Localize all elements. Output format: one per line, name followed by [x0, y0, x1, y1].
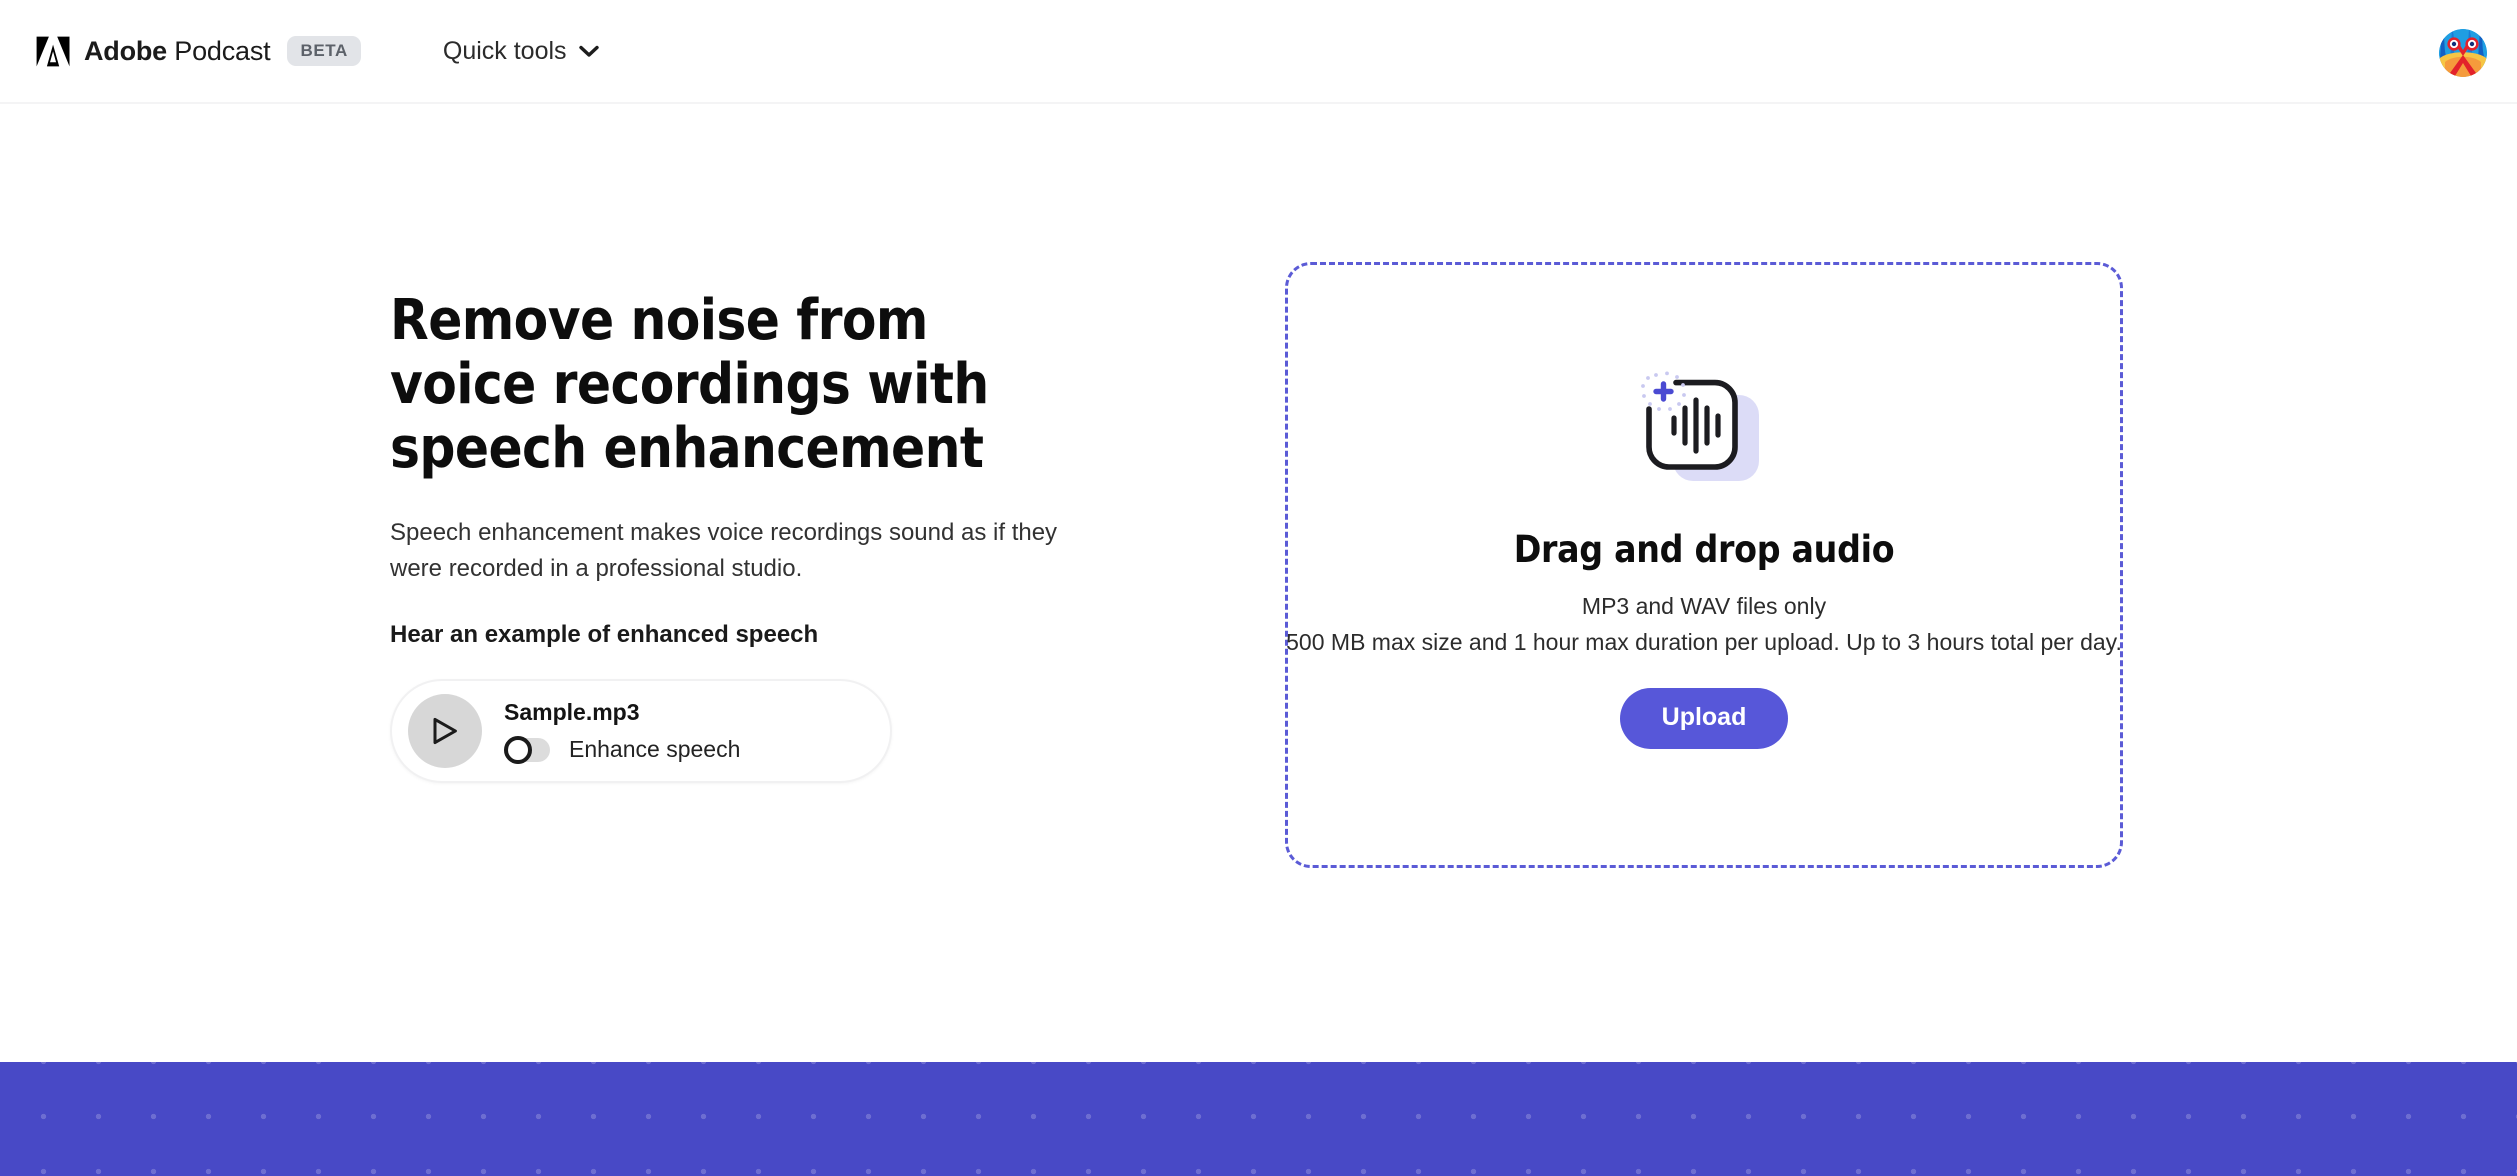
enhance-speech-label: Enhance speech [569, 736, 741, 762]
brand-light-text: Podcast [167, 35, 271, 66]
enhance-speech-toggle[interactable] [504, 735, 550, 764]
hero-column: Remove noise from voice recordings with … [390, 288, 1090, 784]
user-avatar-mandrill-icon [2439, 29, 2487, 77]
page-title-line-2: voice recordings with [390, 352, 989, 418]
play-triangle-icon [433, 718, 457, 745]
quick-tools-label: Quick tools [442, 36, 567, 65]
quick-tools-menu[interactable]: Quick tools [443, 37, 599, 66]
brand-bold-text: Adobe [84, 35, 167, 66]
dropzone-limits: 500 MB max size and 1 hour max duration … [1286, 629, 2122, 655]
audio-file-add-waveform-icon [1641, 371, 1759, 481]
page-root: Adobe Podcast BETA Quick tools Remove no… [0, 0, 2517, 1176]
player-details: Sample.mp3 Enhance speech [504, 698, 741, 764]
play-button[interactable] [408, 694, 482, 769]
brand-title: Adobe Podcast [84, 35, 271, 67]
avatar[interactable] [2439, 29, 2487, 77]
main-content: Remove noise from voice recordings with … [0, 104, 2517, 1062]
toggle-knob [504, 735, 532, 764]
brand-lockup[interactable]: Adobe Podcast BETA [36, 36, 361, 67]
app-header: Adobe Podcast BETA Quick tools [0, 0, 2517, 104]
hero-subtitle: Speech enhancement makes voice recording… [390, 519, 1058, 582]
player-file-name: Sample.mp3 [504, 698, 640, 725]
adobe-a-logo-icon [36, 36, 70, 66]
footer-band [0, 1062, 2517, 1176]
dropzone-title: Drag and drop audio [1513, 528, 1895, 571]
hear-example-heading: Hear an example of enhanced speech [390, 621, 819, 649]
page-title-line-1: Remove noise from [390, 288, 928, 353]
chevron-down-icon [578, 45, 599, 57]
upload-button[interactable]: Upload [1619, 688, 1789, 749]
dropzone-formats: MP3 and WAV files only [1581, 593, 1827, 619]
page-title-line-3: speech enhancement [390, 416, 984, 482]
sample-audio-player[interactable]: Sample.mp3 Enhance speech [390, 679, 892, 784]
page-title: Remove noise from voice recordings with … [390, 288, 1090, 482]
enhance-speech-row[interactable]: Enhance speech [504, 735, 741, 764]
beta-badge: BETA [287, 36, 361, 66]
audio-dropzone[interactable]: Drag and drop audio MP3 and WAV files on… [1285, 262, 2123, 868]
